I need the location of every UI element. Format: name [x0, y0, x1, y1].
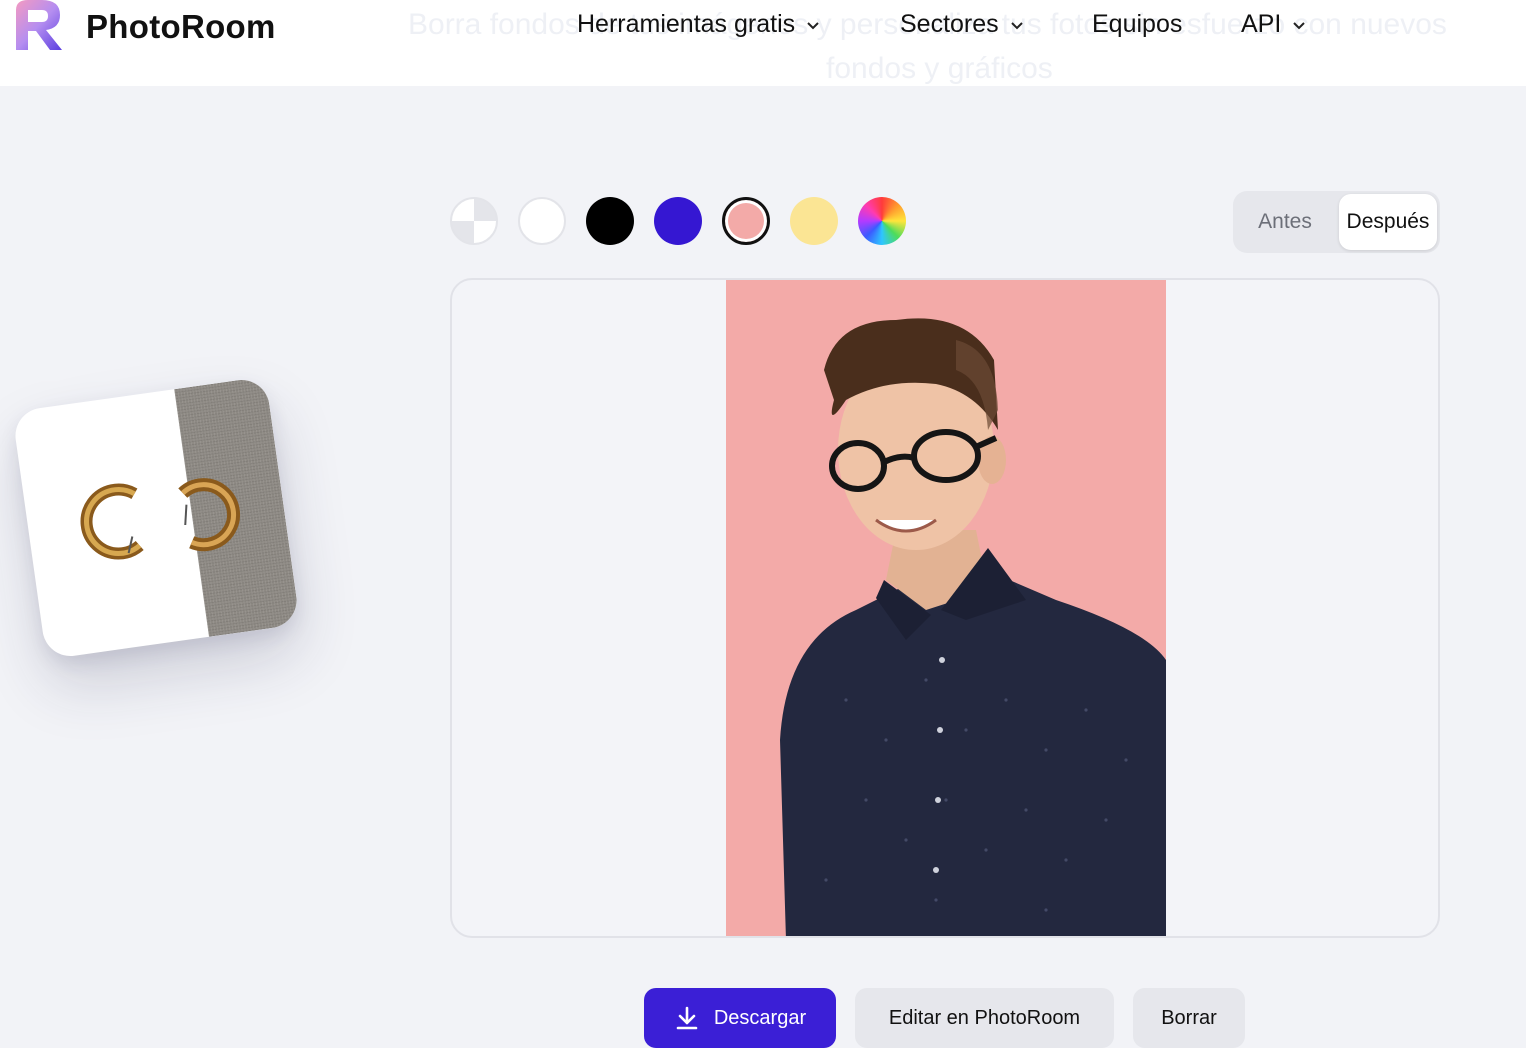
- chevron-down-icon: [1293, 21, 1306, 29]
- swatch-transparent[interactable]: [450, 197, 498, 245]
- brand-name[interactable]: PhotoRoom: [86, 8, 276, 46]
- color-picker-icon[interactable]: [858, 197, 906, 245]
- download-label: Descargar: [713, 1006, 807, 1029]
- toggle-antes[interactable]: Antes: [1233, 191, 1337, 253]
- delete-label: Borrar: [1161, 1006, 1217, 1029]
- edit-in-photoroom-button[interactable]: Editar en PhotoRoom: [855, 988, 1114, 1048]
- portrait-subject-image: [780, 318, 1166, 936]
- chevron-down-icon: [1010, 21, 1023, 29]
- delete-button[interactable]: Borrar: [1133, 988, 1245, 1048]
- photoroom-logo-icon[interactable]: [12, 0, 68, 52]
- chevron-down-icon: [807, 21, 819, 29]
- result-photo: [726, 280, 1166, 936]
- edit-label: Editar en PhotoRoom: [888, 1006, 1081, 1029]
- swatch-black[interactable]: [586, 197, 634, 245]
- download-icon: [676, 1006, 698, 1030]
- nav-label: API: [1241, 10, 1282, 38]
- nav-equipos[interactable]: Equipos: [1092, 10, 1182, 39]
- nav-sectores[interactable]: Sectores: [900, 10, 1025, 39]
- swatch-blue[interactable]: [654, 197, 702, 245]
- nav-label: Herramientas gratis: [577, 10, 796, 38]
- site-header: Borra fondos de tus imágenes y personali…: [0, 0, 1526, 86]
- swatch-white[interactable]: [518, 197, 566, 245]
- nav-herramientas-gratis[interactable]: Herramientas gratis: [577, 10, 821, 39]
- nav-label: Sectores: [900, 10, 999, 38]
- nav-api[interactable]: API: [1241, 10, 1307, 39]
- toggle-despues[interactable]: Después: [1339, 194, 1437, 250]
- hero-heading-line-2: fondos y gráficos: [826, 52, 1053, 85]
- swatch-yellow[interactable]: [790, 197, 838, 245]
- example-earrings-card[interactable]: [11, 376, 301, 660]
- swatch-pink-selected[interactable]: [722, 197, 770, 245]
- preview-canvas: [450, 278, 1440, 938]
- download-button[interactable]: Descargar: [644, 988, 836, 1048]
- before-after-toggle: Antes Después: [1233, 191, 1440, 253]
- nav-label: Equipos: [1092, 10, 1183, 38]
